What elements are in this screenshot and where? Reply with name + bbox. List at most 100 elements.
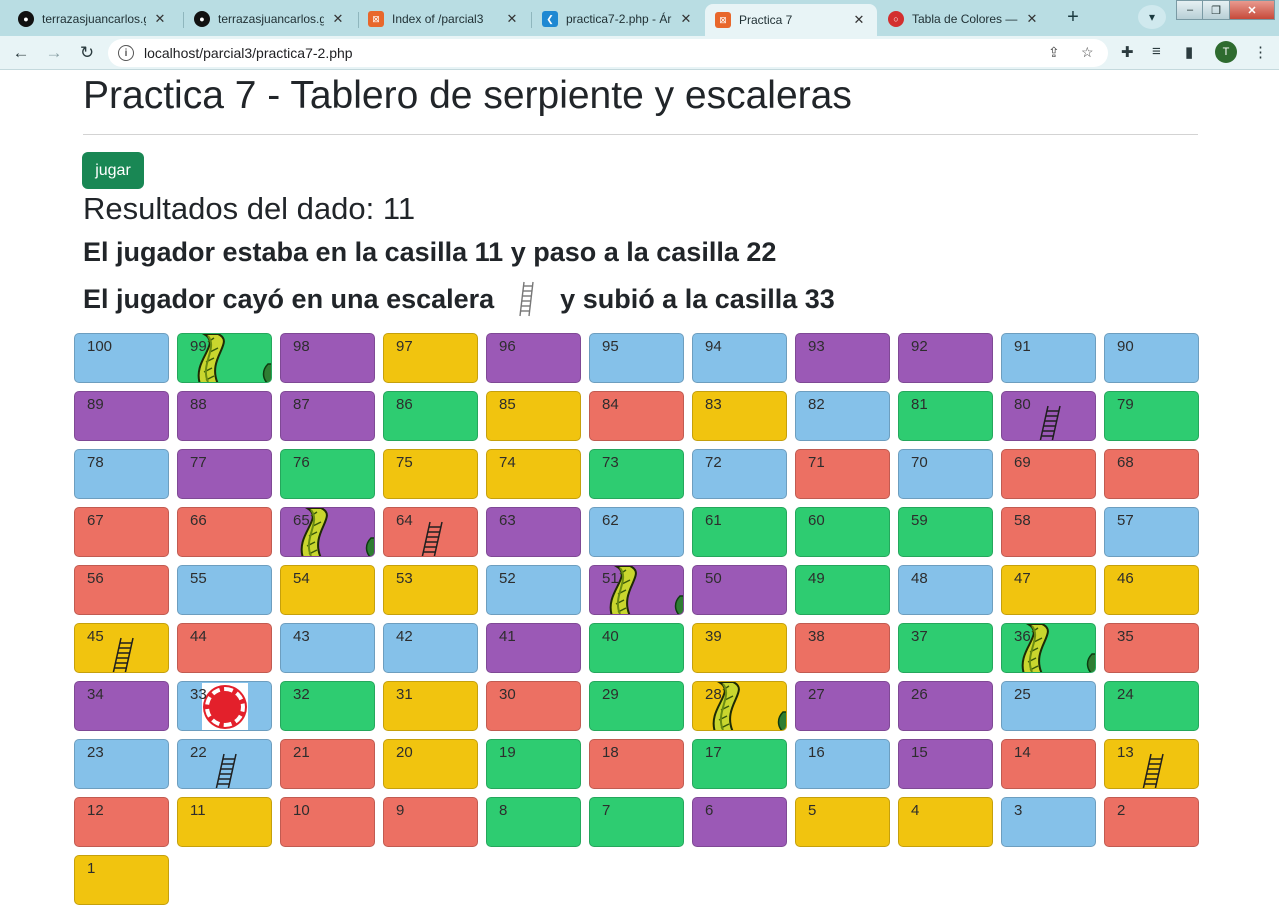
tab-title: Tabla de Colores — C <box>912 12 1018 26</box>
cell-number: 77 <box>190 454 207 471</box>
tab-title: Index of /parcial3 <box>392 12 484 26</box>
cell-number: 17 <box>705 744 722 761</box>
board-cell-22: 22 <box>177 739 272 789</box>
board-cell-7: 7 <box>589 797 684 847</box>
board-cell-36: 36 <box>1001 623 1096 673</box>
close-icon[interactable]: ✕ <box>330 11 346 27</box>
tab-5[interactable]: ○ Tabla de Colores — C ✕ <box>878 4 1050 34</box>
url-text: localhost/parcial3/practica7-2.php <box>144 45 353 61</box>
maximize-button[interactable]: ❐ <box>1202 0 1230 20</box>
board-cell-20: 20 <box>383 739 478 789</box>
cell-number: 74 <box>499 454 516 471</box>
board-cell-16: 16 <box>795 739 890 789</box>
tab-search-button[interactable]: ▾ <box>1138 5 1166 29</box>
back-button[interactable]: ← <box>9 41 33 65</box>
address-bar[interactable]: i localhost/parcial3/practica7-2.php ⇪ ☆ <box>108 39 1108 67</box>
share-icon[interactable]: ⇪ <box>1048 44 1060 61</box>
menu-icon[interactable]: ⋮ <box>1253 43 1268 61</box>
board-cell-5: 5 <box>795 797 890 847</box>
tab-3[interactable]: ❮ practica7-2.php - Ár ✕ <box>532 4 704 34</box>
board-cell-30: 30 <box>486 681 581 731</box>
cell-number: 95 <box>602 338 619 355</box>
close-icon[interactable]: ✕ <box>678 11 694 27</box>
board-cell-24: 24 <box>1104 681 1199 731</box>
board-cell-42: 42 <box>383 623 478 673</box>
cell-number: 56 <box>87 570 104 587</box>
close-icon[interactable]: ✕ <box>851 12 867 28</box>
cell-number: 94 <box>705 338 722 355</box>
cell-number: 92 <box>911 338 928 355</box>
board-cell-76: 76 <box>280 449 375 499</box>
board-cell-81: 81 <box>898 391 993 441</box>
cell-number: 35 <box>1117 628 1134 645</box>
cell-number: 86 <box>396 396 413 413</box>
board-cell-53: 53 <box>383 565 478 615</box>
tab-2[interactable]: ⊠ Index of /parcial3 ✕ <box>358 4 530 34</box>
cell-number: 65 <box>293 512 310 529</box>
extensions-icon[interactable]: ✚ <box>1121 43 1134 61</box>
reload-button[interactable]: ↻ <box>75 41 99 65</box>
board-cell-33: 33 <box>177 681 272 731</box>
close-window-button[interactable]: ✕ <box>1229 0 1275 20</box>
board-cell-38: 38 <box>795 623 890 673</box>
cell-number: 85 <box>499 396 516 413</box>
board-cell-63: 63 <box>486 507 581 557</box>
board-cell-60: 60 <box>795 507 890 557</box>
board-cell-49: 49 <box>795 565 890 615</box>
new-tab-button[interactable]: + <box>1059 5 1087 29</box>
minimize-button[interactable]: – <box>1176 0 1204 20</box>
board-cell-58: 58 <box>1001 507 1096 557</box>
cell-number: 37 <box>911 628 928 645</box>
play-button[interactable]: jugar <box>82 152 144 189</box>
board-cell-67: 67 <box>74 507 169 557</box>
media-icon[interactable]: ≡ <box>1152 43 1161 60</box>
tab-title: practica7-2.php - Ár <box>566 12 672 26</box>
cell-number: 78 <box>87 454 104 471</box>
close-icon[interactable]: ✕ <box>152 11 168 27</box>
forward-button[interactable]: → <box>42 41 66 65</box>
close-icon[interactable]: ✕ <box>1024 11 1040 27</box>
minimize-icon: – <box>1186 4 1194 16</box>
cell-number: 83 <box>705 396 722 413</box>
page-content: Practica 7 - Tablero de serpiente y esca… <box>0 71 1279 924</box>
cell-number: 38 <box>808 628 825 645</box>
cell-number: 96 <box>499 338 516 355</box>
board-cell-66: 66 <box>177 507 272 557</box>
cell-number: 33 <box>190 686 207 703</box>
cell-number: 53 <box>396 570 413 587</box>
board-cell-1: 1 <box>74 855 169 905</box>
star-icon[interactable]: ☆ <box>1081 44 1094 61</box>
cell-number: 60 <box>808 512 825 529</box>
cell-number: 19 <box>499 744 516 761</box>
cell-number: 41 <box>499 628 516 645</box>
tab-0[interactable]: ● terrazasjuancarlos.git ✕ <box>8 4 178 34</box>
tab-1[interactable]: ● terrazasjuancarlos.git ✕ <box>184 4 356 34</box>
tab-4[interactable]: ⊠ Practica 7 ✕ <box>705 4 877 36</box>
cell-number: 42 <box>396 628 413 645</box>
avatar[interactable]: T <box>1215 41 1237 63</box>
close-icon[interactable]: ✕ <box>504 11 520 27</box>
cell-number: 40 <box>602 628 619 645</box>
board-cell-55: 55 <box>177 565 272 615</box>
board-cell-35: 35 <box>1104 623 1199 673</box>
board-cell-41: 41 <box>486 623 581 673</box>
cell-number: 71 <box>808 454 825 471</box>
info-icon[interactable]: i <box>118 45 134 61</box>
board-cell-71: 71 <box>795 449 890 499</box>
cell-number: 99 <box>190 338 207 355</box>
github-icon: ● <box>194 11 210 27</box>
board-cell-28: 28 <box>692 681 787 731</box>
arrow-right-icon: → <box>45 43 63 62</box>
cell-number: 46 <box>1117 570 1134 587</box>
sidepanel-icon[interactable]: ▮ <box>1185 43 1193 61</box>
board-cell-73: 73 <box>589 449 684 499</box>
board-cell-64: 64 <box>383 507 478 557</box>
cell-number: 73 <box>602 454 619 471</box>
xampp-icon: ⊠ <box>715 12 731 28</box>
cell-number: 34 <box>87 686 104 703</box>
board-cell-34: 34 <box>74 681 169 731</box>
cell-number: 9 <box>396 802 405 819</box>
board-cell-82: 82 <box>795 391 890 441</box>
cell-number: 26 <box>911 686 928 703</box>
board-cell-91: 91 <box>1001 333 1096 383</box>
